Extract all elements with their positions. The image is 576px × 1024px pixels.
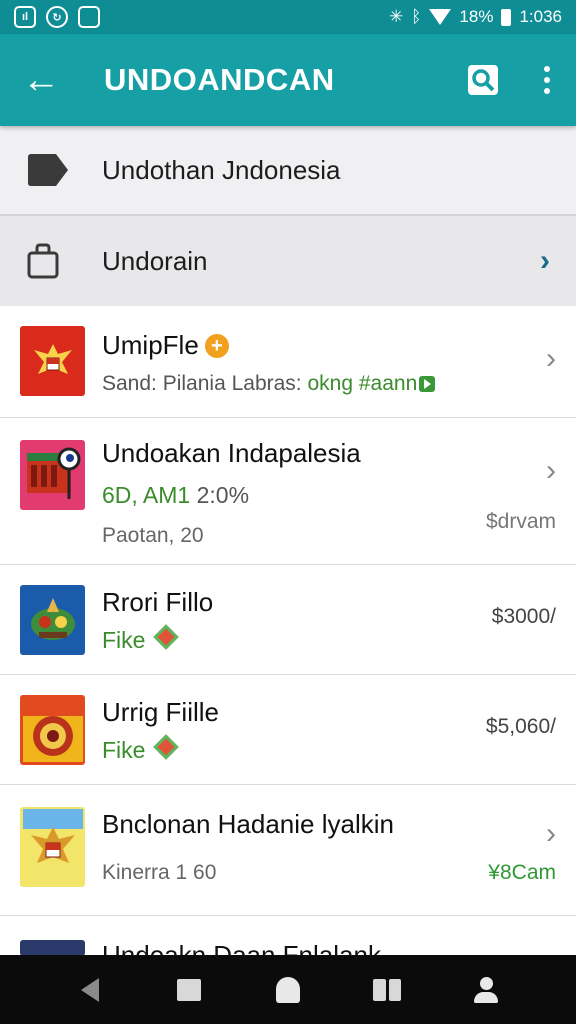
navigation-bar <box>0 955 576 1024</box>
garuda-thumbnail <box>20 807 85 887</box>
back-arrow-icon[interactable]: ← <box>22 59 72 102</box>
list-item[interactable]: Rrori Fillo Fike $3000/ <box>0 565 576 675</box>
product-thumbnail <box>20 940 85 956</box>
tag-diamond-icon <box>153 734 180 760</box>
search-icon[interactable] <box>466 63 500 97</box>
item-status: okng #aann <box>307 372 418 395</box>
nfc-icon: ✳ <box>388 7 404 26</box>
garuda-thumbnail <box>20 326 85 396</box>
sync-icon: ↻ <box>46 6 68 28</box>
list-item[interactable]: Undoakan Indapalesia 6D, AM1 2:0% Paotan… <box>0 418 576 565</box>
category-label: Undothan Jndonesia <box>102 154 341 185</box>
item-price: $drvam <box>485 510 556 533</box>
item-title: Undoakan Indapalesia <box>102 438 361 468</box>
chevron-right-icon: › <box>546 817 556 850</box>
status-left-icons: ıl ↻ <box>14 6 100 28</box>
screenshot-icon <box>78 6 100 28</box>
book-icon[interactable] <box>372 975 402 1005</box>
clock: 1:036 <box>519 7 562 26</box>
item-tag: Fike <box>102 734 180 764</box>
product-thumbnail <box>20 585 85 655</box>
battery-icon <box>501 8 512 26</box>
app-bar: ← UNDOANDCAN <box>0 34 576 126</box>
item-percent: 2:0% <box>196 482 250 508</box>
list-item[interactable]: UmipFle + Sand: Pilania Labras: okng #aan… <box>0 306 576 418</box>
item-status: 6D, AM1 <box>102 482 191 508</box>
item-price: $3000/ <box>491 605 556 628</box>
item-title: UmipFle + <box>102 330 229 361</box>
chevron-right-icon: › <box>546 342 556 375</box>
profile-icon[interactable] <box>471 975 501 1005</box>
product-thumbnail <box>20 440 85 510</box>
wifi-icon <box>429 9 452 25</box>
list-item[interactable]: Bnclonan Hadanie lyalkin Kinerra 1 60 › … <box>0 785 576 916</box>
category-row-indonesia[interactable]: Undothan Jndonesia <box>0 126 576 216</box>
chevron-right-icon: › <box>540 244 550 277</box>
item-stats: 6D, AM1 2:0% <box>102 482 249 509</box>
item-tag: Fike <box>102 624 180 654</box>
item-location: Paotan, 20 <box>102 524 204 547</box>
more-vert-icon[interactable] <box>540 66 554 94</box>
tag-diamond-icon <box>153 624 180 650</box>
item-title: Urrig Fiille <box>102 697 219 727</box>
product-thumbnail <box>20 695 85 765</box>
notification-icon: ıl <box>14 6 36 28</box>
item-subtitle: Sand: Pilania Labras: okng #aann <box>102 372 436 396</box>
play-icon <box>419 376 436 392</box>
category-row-undorain[interactable]: Undorain › <box>0 216 576 306</box>
status-right-icons: ✳ ᛒ 18% 1:036 <box>389 7 562 27</box>
home-icon[interactable] <box>273 975 303 1005</box>
status-bar: ıl ↻ ✳ ᛒ 18% 1:036 <box>0 0 576 34</box>
item-title: Undoakn Daan Fnlalank <box>102 940 381 956</box>
bluetooth-icon: ᛒ <box>411 7 422 26</box>
app-title: UNDOANDCAN <box>104 62 335 97</box>
item-seller: Sand: Pilania Labras: <box>102 372 302 395</box>
category-label: Undorain <box>102 245 208 276</box>
shopping-bag-icon <box>26 243 72 279</box>
item-title: Bnclonan Hadanie lyalkin <box>102 809 394 839</box>
list-item[interactable]: Undoakn Daan Fnlalank <box>0 916 576 956</box>
plus-badge-icon: + <box>204 334 229 358</box>
battery-percent: 18% <box>459 7 494 26</box>
chevron-right-icon: › <box>546 454 556 487</box>
tag-icon <box>26 153 72 187</box>
item-price: ¥8Cam <box>488 861 556 884</box>
item-location: Kinerra 1 60 <box>102 861 217 884</box>
back-nav-icon[interactable] <box>75 975 105 1005</box>
list-item[interactable]: Urrig Fiille Fike $5,060/ <box>0 675 576 785</box>
item-title: Rrori Fillo <box>102 587 214 617</box>
item-price: $5,060/ <box>485 715 556 738</box>
recents-square-icon[interactable] <box>174 975 204 1005</box>
